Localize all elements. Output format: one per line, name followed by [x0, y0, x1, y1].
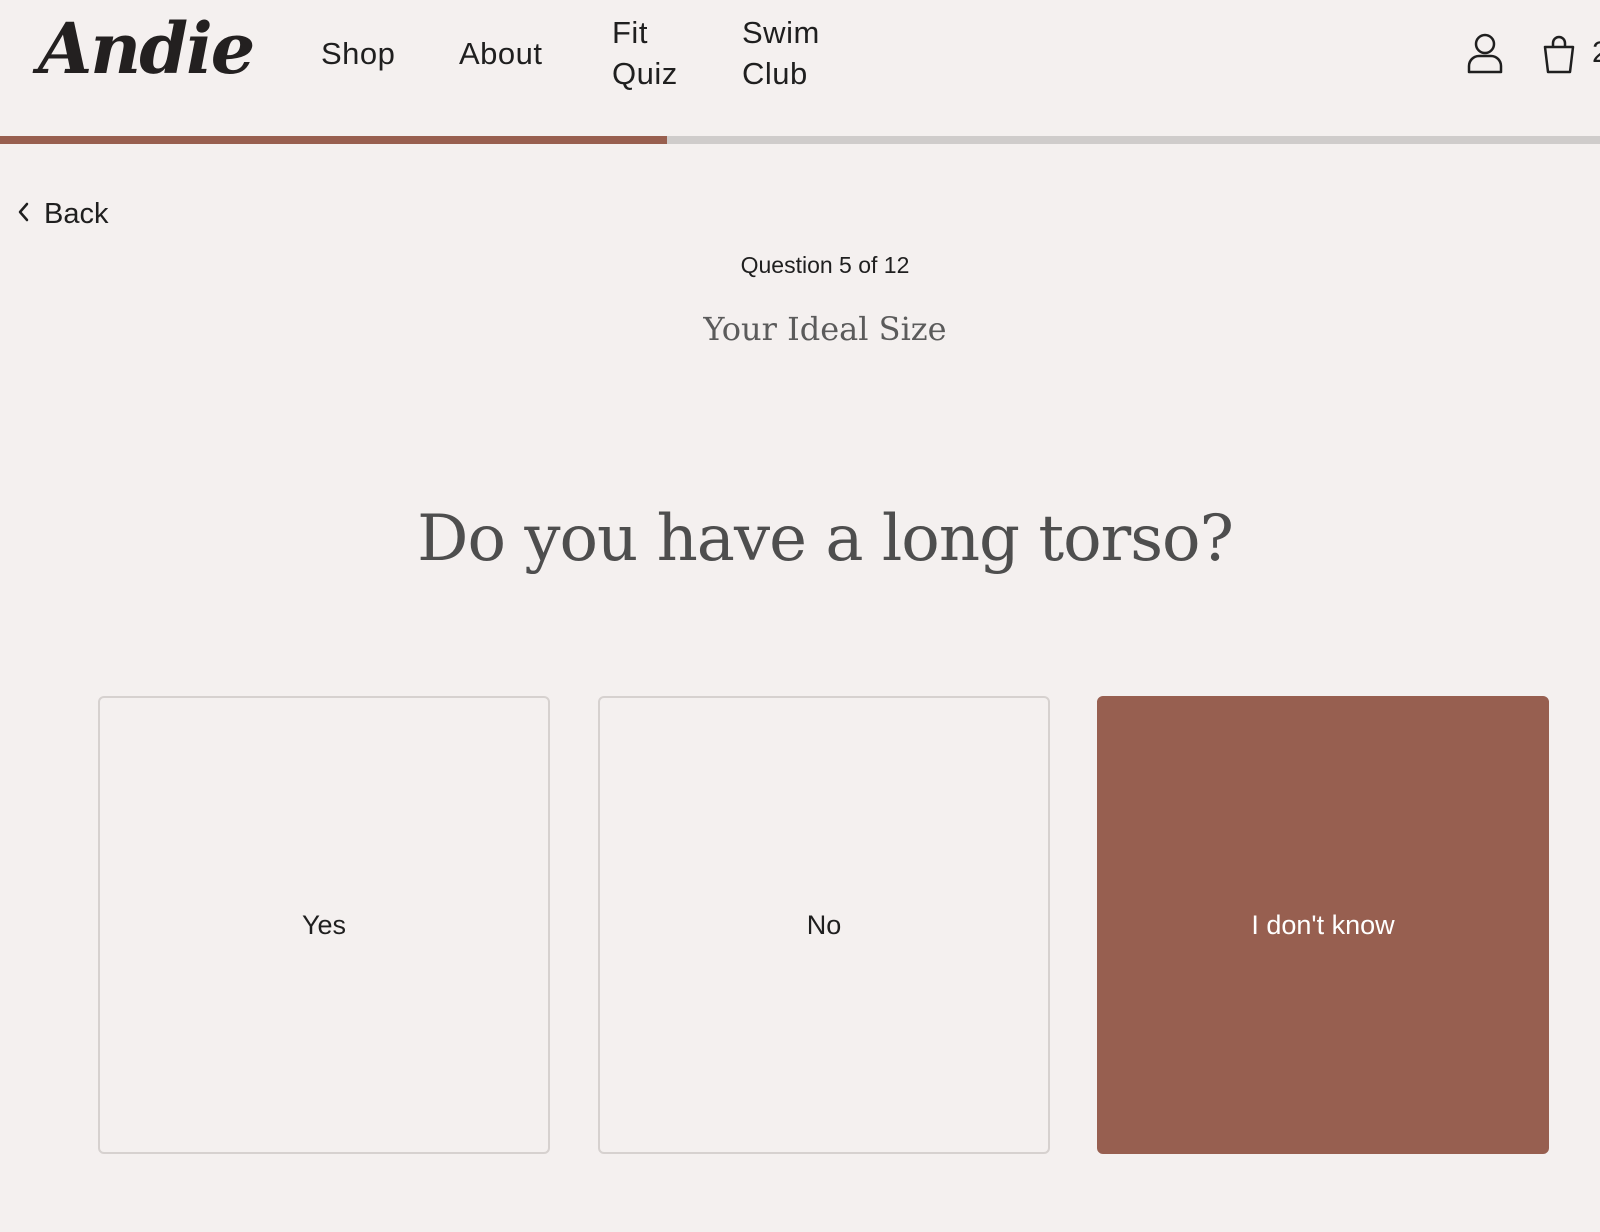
answer-option-label: I don't know: [1251, 909, 1395, 940]
answer-option-label: No: [806, 909, 842, 940]
brand-logo[interactable]: Andie: [38, 4, 255, 94]
chevron-left-icon: [16, 201, 30, 228]
cart-count[interactable]: 2: [1592, 34, 1600, 72]
nav-fit-quiz-link[interactable]: Fit Quiz: [612, 12, 722, 94]
section-title: Your Ideal Size: [703, 310, 947, 348]
site-header: Andie Shop About Fit Quiz Swim Club 2: [0, 0, 1600, 136]
question-counter: Question 5 of 12: [740, 252, 910, 278]
back-button[interactable]: Back: [16, 194, 108, 234]
answer-option-no[interactable]: No: [598, 696, 1050, 1154]
user-icon[interactable]: [1466, 32, 1504, 74]
back-label: Back: [44, 197, 109, 230]
nav-about-link[interactable]: About: [459, 33, 543, 74]
nav-shop-link[interactable]: Shop: [321, 33, 395, 74]
shopping-bag-icon[interactable]: [1542, 34, 1576, 74]
answer-option-yes[interactable]: Yes: [98, 696, 550, 1154]
fit-quiz-page: Andie Shop About Fit Quiz Swim Club 2: [0, 0, 1600, 1232]
answer-option-label: Yes: [301, 909, 347, 940]
nav-swim-club-label: Swim Club: [742, 15, 820, 91]
answer-option-dont-know[interactable]: I don't know: [1097, 696, 1549, 1154]
nav-fit-quiz-label: Fit Quiz: [612, 15, 678, 91]
question-heading: Do you have a long torso?: [417, 502, 1234, 576]
quiz-progress-fill: [0, 136, 667, 144]
quiz-progress-bar: [0, 136, 1600, 144]
nav-swim-club-link[interactable]: Swim Club: [742, 12, 852, 94]
